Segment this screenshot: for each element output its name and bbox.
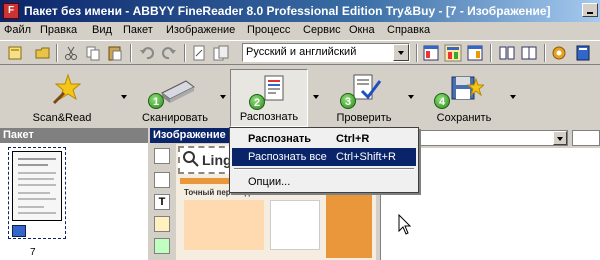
cut-icon[interactable] [62,44,80,62]
language-value: Русский и английский [246,46,357,58]
check-button[interactable]: 3 Проверить [322,69,406,127]
batch-thumbnails: 7 [0,143,148,260]
step-1-badge: 1 [148,93,164,109]
menu-item-recognize[interactable]: Распознать Ctrl+R [232,130,416,148]
toolbar-separator [130,44,132,62]
check-dropdown-icon[interactable] [408,95,414,102]
menu-item-shortcut: Ctrl+R [336,133,370,145]
step-2-badge: 2 [249,94,265,110]
toolbar-separator [56,44,58,62]
standard-toolbar: Русский и английский [0,40,600,64]
step-3-badge: 3 [340,93,356,109]
recognize-label: Распознать [239,111,299,123]
mouse-cursor-icon [398,214,412,235]
toolbar-separator [416,44,418,62]
step-4-badge: 4 [434,93,450,109]
check-label: Проверить [336,112,392,124]
recognize-dropdown-menu: Распознать Ctrl+R Распознать все Ctrl+Sh… [229,127,419,193]
menu-item-shortcut: Ctrl+Shift+R [336,151,396,163]
layout-view-2-icon[interactable] [444,44,462,62]
save-dropdown-icon[interactable] [510,95,516,102]
document-copy-icon[interactable] [212,44,230,62]
grid-view-icon[interactable] [520,44,538,62]
menu-item-recognize-all[interactable]: Распознать все Ctrl+Shift+R [232,148,416,166]
page-status-icon [12,225,26,237]
menu-separator [234,168,414,170]
menu-windows[interactable]: Окна [349,24,375,36]
gear-icon[interactable] [550,44,568,62]
menu-image[interactable]: Изображение [166,24,235,36]
new-batch-icon[interactable] [6,44,24,62]
open-folder-icon[interactable] [34,44,52,62]
split-view-icon[interactable] [498,44,516,62]
content-block [270,200,320,250]
menu-item-label: Распознать [248,133,312,145]
menu-item-options[interactable]: Опции... [232,173,416,191]
text-area-icon[interactable]: T [154,194,170,210]
scan-button[interactable]: 1 Сканировать [128,69,222,127]
menu-process[interactable]: Процесс [247,24,290,36]
toolbar-separator [184,44,186,62]
help-book-icon[interactable] [574,44,592,62]
redo-icon[interactable] [160,44,178,62]
dashed-area-icon[interactable] [154,172,170,188]
menu-batch[interactable]: Пакет [123,24,153,36]
star-wand-icon [52,73,82,105]
menu-tools[interactable]: Сервис [303,24,341,36]
magnifier-icon [183,151,199,167]
toolbar-separator [490,44,492,62]
menu-item-label: Распознать все [248,151,327,163]
language-select[interactable]: Русский и английский [242,43,410,62]
batch-panel-title: Пакет [0,128,148,143]
menu-view[interactable]: Вид [92,24,112,36]
undo-icon[interactable] [138,44,156,62]
task-toolbar: Scan&Read 1 Сканировать 2 Распознать 3 П… [0,64,600,128]
scan-read-button[interactable]: Scan&Read [6,69,118,127]
menu-help[interactable]: Справка [387,24,430,36]
toolbar-separator [544,44,546,62]
save-disk-icon [451,76,484,100]
page-number: 7 [30,247,36,258]
save-button[interactable]: 4 Сохранить [420,69,508,127]
scan-read-dropdown-icon[interactable] [121,95,127,102]
scan-label: Сканировать [142,112,208,124]
save-label: Сохранить [436,112,492,124]
document-arrow-icon[interactable] [190,44,208,62]
table-area-icon[interactable] [154,216,170,232]
app-icon[interactable]: F [3,3,19,19]
page-thumbnail[interactable] [12,151,62,221]
window-title: Пакет без имени - ABBYY FineReader 8.0 P… [24,4,551,18]
layout-view-1-icon[interactable] [422,44,440,62]
chevron-down-icon[interactable] [393,44,409,61]
title-bar: F Пакет без имени - ABBYY FineReader 8.0… [0,0,600,22]
scan-read-label: Scan&Read [32,112,92,124]
select-area-icon[interactable] [154,148,170,164]
layout-view-3-icon[interactable] [466,44,484,62]
image-tools: T [150,144,174,260]
recognize-button[interactable]: 2 Распознать [230,69,308,127]
picture-area-icon[interactable] [154,238,170,254]
content-block [184,200,264,250]
scan-dropdown-icon[interactable] [220,95,226,102]
menu-edit[interactable]: Правка [40,24,77,36]
paste-icon[interactable] [106,44,124,62]
batch-panel: Пакет 7 [0,128,148,260]
menu-file[interactable]: Файл [4,24,31,36]
recognize-dropdown-icon[interactable] [313,95,319,102]
zoom-percent-field[interactable] [572,130,600,146]
chevron-down-icon[interactable] [553,131,567,145]
menu-bar: Файл Правка Вид Пакет Изображение Процес… [0,22,600,40]
copy-icon[interactable] [84,44,102,62]
minimize-button[interactable] [582,3,598,17]
menu-item-label: Опции... [248,176,291,188]
